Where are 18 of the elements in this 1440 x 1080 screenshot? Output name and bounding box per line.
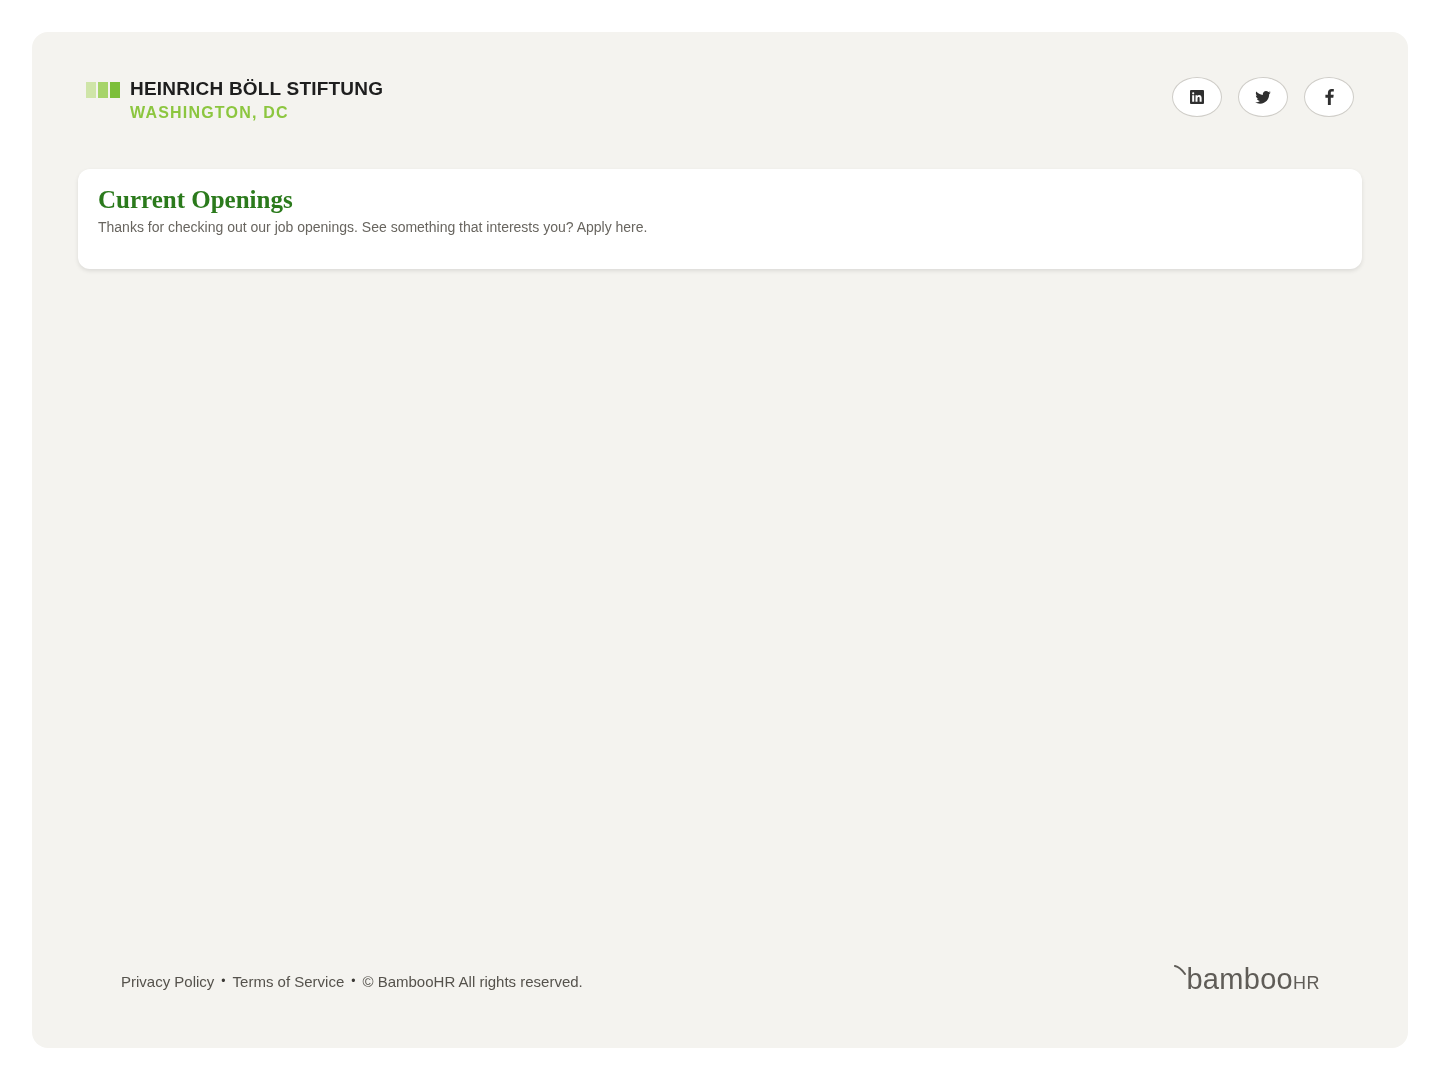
social-button[interactable] [1304,77,1354,117]
bullet-separator: • [221,974,226,988]
linkedin-icon [1190,90,1204,104]
bullet-separator: • [351,974,356,988]
organization-location: WASHINGTON, DC [130,103,290,123]
card-title: Current Openings [98,185,293,215]
footer-link[interactable]: Privacy Policy [121,972,215,990]
footer-link[interactable]: Terms of Service [232,972,345,990]
social-button[interactable] [1238,77,1288,117]
leaf-icon [1174,965,1187,975]
card-description: Thanks for checking out our job openings. See something that interests you? Apply here. [98,218,648,237]
social-button[interactable] [1172,77,1222,117]
organization-name: HEINRICH BÖLL STIFTUNG [130,78,384,100]
brand-wordmark: bambooHR [1186,964,1320,997]
facebook-icon [1324,89,1334,105]
bird-icon [1255,90,1271,104]
copyright-text: © BambooHR All rights reserved. [362,972,583,990]
logo-bars-icon [86,82,120,98]
